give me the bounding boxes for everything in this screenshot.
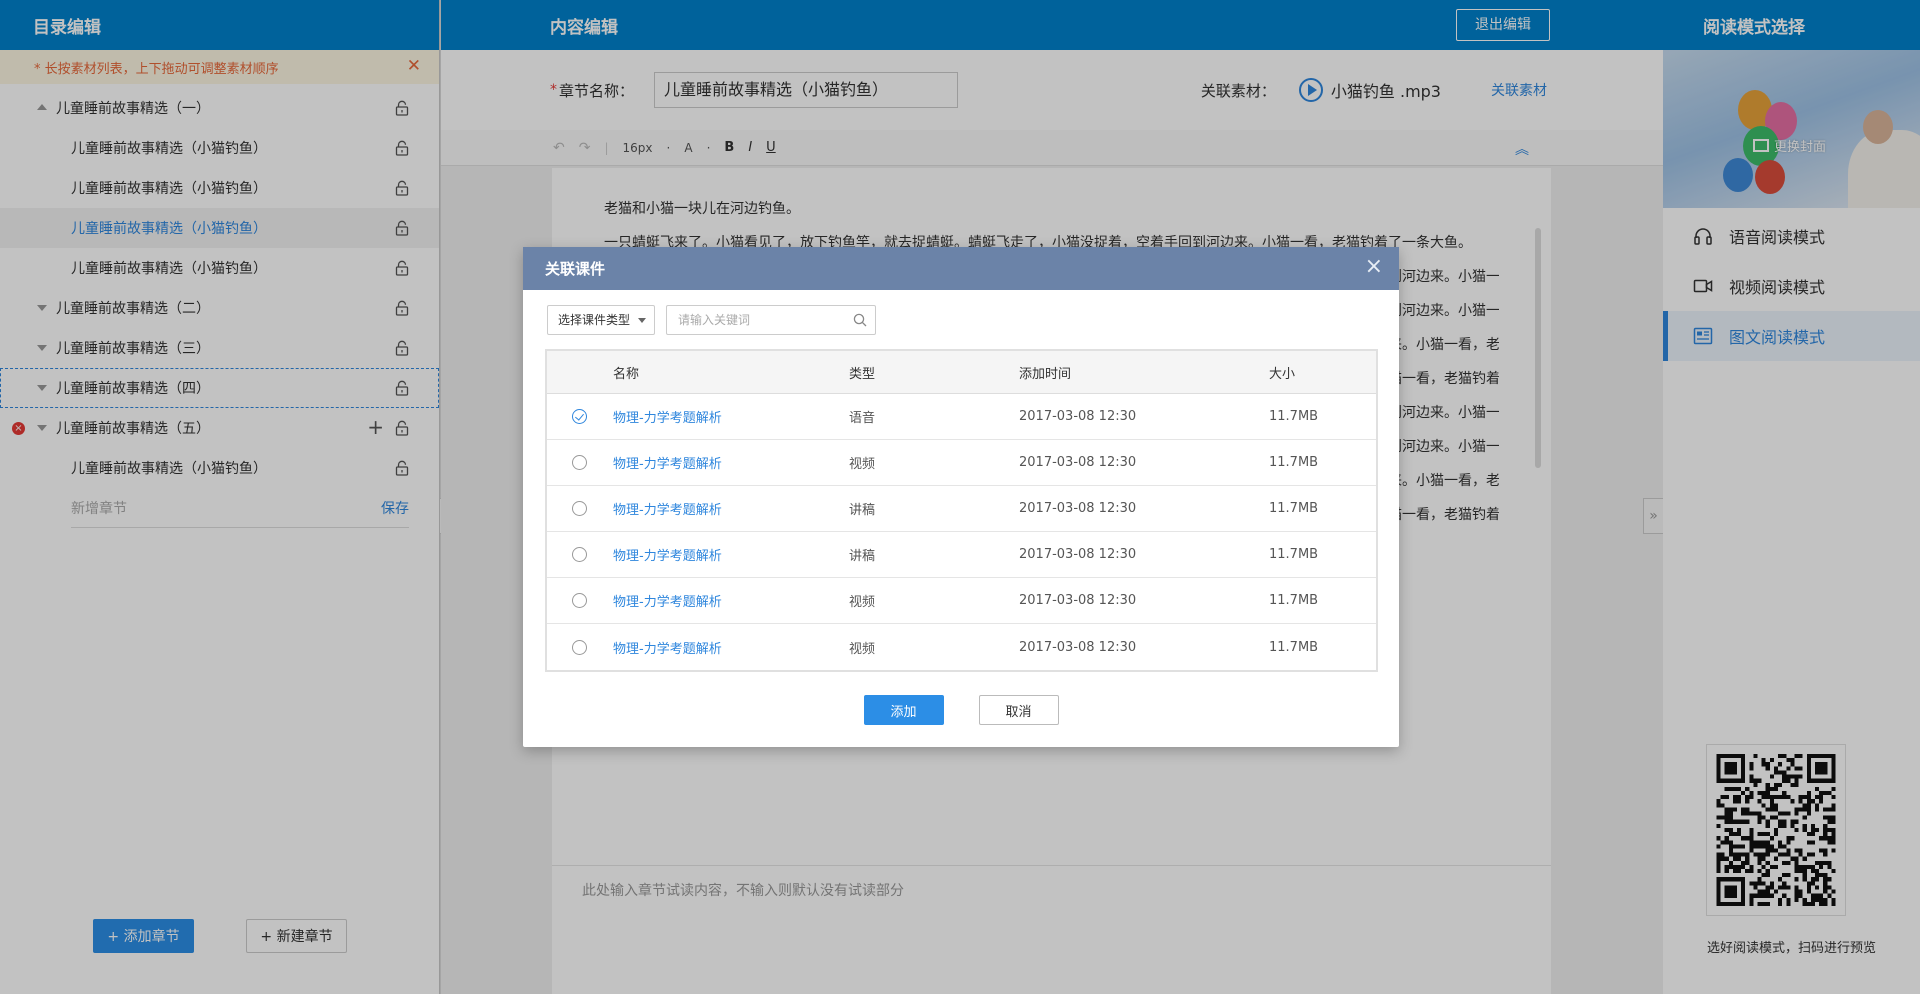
courseware-name-link[interactable]: 物理-力学考题解析 (613, 503, 722, 518)
cell-name: 物理-力学考题解析 (611, 407, 849, 426)
row-check-cell (547, 455, 611, 470)
cell-time: 2017-03-08 12:30 (1019, 501, 1137, 516)
cell-size: 11.7MB (1269, 455, 1319, 470)
row-check-cell (547, 501, 611, 516)
dialog-header: 关联课件 × (523, 247, 1399, 290)
column-header-type: 类型 (849, 366, 876, 382)
cell-time: 2017-03-08 12:30 (1019, 409, 1137, 424)
courseware-name-link[interactable]: 物理-力学考题解析 (613, 549, 722, 564)
row-check-cell (547, 639, 611, 655)
cancel-button[interactable]: 取消 (978, 695, 1059, 725)
table-row[interactable]: 物理-力学考题解析 视频 2017-03-08 12:30 11.7MB (547, 578, 1376, 624)
cell-size: 11.7MB (1269, 547, 1319, 562)
cell-type: 视频 (849, 595, 876, 610)
cell-size: 11.7MB (1269, 593, 1319, 608)
cell-type: 讲稿 (849, 503, 876, 518)
row-radio[interactable] (571, 639, 587, 655)
column-header-name: 名称 (613, 366, 640, 382)
courseware-table: 名称 类型 添加时间 大小 物理-力学考题解析 语音 2017-03-08 12:3… (545, 349, 1378, 672)
courseware-name-link[interactable]: 物理-力学考题解析 (613, 642, 722, 657)
cell-type: 视频 (849, 641, 876, 657)
cell-time: 2017-03-08 12:30 (1019, 593, 1137, 608)
column-header-time: 添加时间 (1019, 366, 1072, 382)
row-radio[interactable] (571, 501, 587, 516)
cell-name: 物理-力学考题解析 (611, 499, 849, 518)
cell-type: 视频 (849, 457, 876, 472)
search-icon[interactable] (853, 313, 867, 327)
cell-size: 11.7MB (1269, 409, 1319, 424)
cell-size: 11.7MB (1269, 501, 1319, 516)
cell-name: 物理-力学考题解析 (611, 545, 849, 564)
table-row[interactable]: 物理-力学考题解析 讲稿 2017-03-08 12:30 11.7MB (547, 532, 1376, 578)
close-icon[interactable]: × (1365, 256, 1383, 278)
cell-time: 2017-03-08 12:30 (1019, 547, 1137, 562)
link-courseware-dialog: 关联课件 × 选择课件类型 请输入关键词 名称 类型 添加时间 大小 物理-力学… (523, 247, 1399, 747)
table-header-row: 名称 类型 添加时间 大小 (547, 351, 1376, 394)
cell-time: 2017-03-08 12:30 (1019, 455, 1137, 470)
row-check-cell (547, 593, 611, 608)
cell-type: 语音 (849, 411, 876, 426)
courseware-name-link[interactable]: 物理-力学考题解析 (613, 411, 722, 426)
add-button[interactable]: 添加 (863, 695, 944, 725)
cell-size: 11.7MB (1269, 639, 1319, 655)
dialog-filter-bar: 选择课件类型 请输入关键词 (547, 305, 876, 335)
cell-name: 物理-力学考题解析 (611, 591, 849, 610)
row-radio[interactable] (571, 455, 587, 470)
table-row[interactable]: 物理-力学考题解析 讲稿 2017-03-08 12:30 11.7MB (547, 486, 1376, 532)
table-row[interactable]: 物理-力学考题解析 视频 2017-03-08 12:30 11.7MB (547, 624, 1376, 670)
courseware-name-link[interactable]: 物理-力学考题解析 (613, 595, 722, 610)
row-check-cell (547, 409, 611, 424)
courseware-name-link[interactable]: 物理-力学考题解析 (613, 457, 722, 472)
search-placeholder: 请输入关键词 (678, 313, 751, 327)
cell-name: 物理-力学考题解析 (611, 638, 849, 657)
cell-time: 2017-03-08 12:30 (1019, 639, 1137, 655)
table-row[interactable]: 物理-力学考题解析 视频 2017-03-08 12:30 11.7MB (547, 440, 1376, 486)
column-header-size: 大小 (1269, 366, 1296, 382)
row-radio[interactable] (571, 547, 587, 562)
cell-name: 物理-力学考题解析 (611, 453, 849, 472)
row-radio[interactable] (571, 593, 587, 608)
dialog-actions: 添加 取消 (523, 695, 1399, 725)
keyword-search-input[interactable]: 请输入关键词 (666, 305, 876, 335)
row-check-cell (547, 547, 611, 562)
table-row[interactable]: 物理-力学考题解析 语音 2017-03-08 12:30 11.7MB (547, 394, 1376, 440)
row-radio[interactable] (571, 409, 587, 424)
courseware-type-select[interactable]: 选择课件类型 (547, 305, 655, 335)
dialog-title: 关联课件 (545, 260, 606, 278)
cell-type: 讲稿 (849, 549, 876, 564)
